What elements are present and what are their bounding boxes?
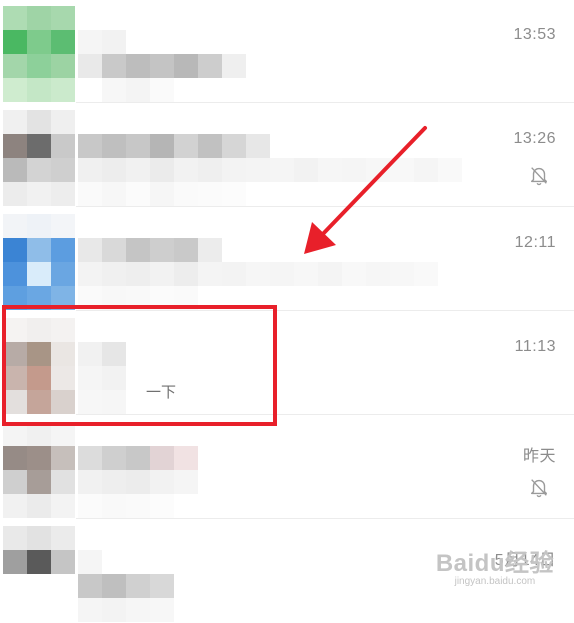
row-divider [76,206,574,207]
chat-row[interactable]: 13:53 [0,0,574,103]
message-time: 11:13 [514,338,556,355]
message-preview [78,30,246,102]
message-preview [78,446,198,518]
message-time: 昨天 [522,448,556,465]
message-preview [78,550,174,622]
chat-row[interactable]: 13:26 [0,104,574,207]
chat-row[interactable]: 12:11 [0,208,574,311]
avatar[interactable] [3,110,75,206]
watermark-logo: Baidu经验 [435,550,554,577]
message-preview [78,134,462,206]
bell-off-icon [530,479,548,498]
message-time: 13:53 [513,26,556,43]
bell-off-icon [530,167,548,186]
avatar[interactable] [3,214,75,310]
message-time: 13:26 [513,130,556,147]
row-divider [76,102,574,103]
avatar[interactable] [3,422,75,518]
baidu-watermark: Baidu经验 jingyan.baidu.com [436,543,554,587]
chat-row[interactable]: 昨天 [0,416,574,519]
message-time: 12:11 [514,234,556,251]
chat-list: 13:53 13:26 12:11 一下 11:13 昨天 5月14日 [0,0,574,623]
row-divider [76,518,574,519]
avatar[interactable] [3,526,75,622]
avatar[interactable] [3,6,75,102]
highlight-box [2,305,277,426]
message-preview [78,238,438,310]
